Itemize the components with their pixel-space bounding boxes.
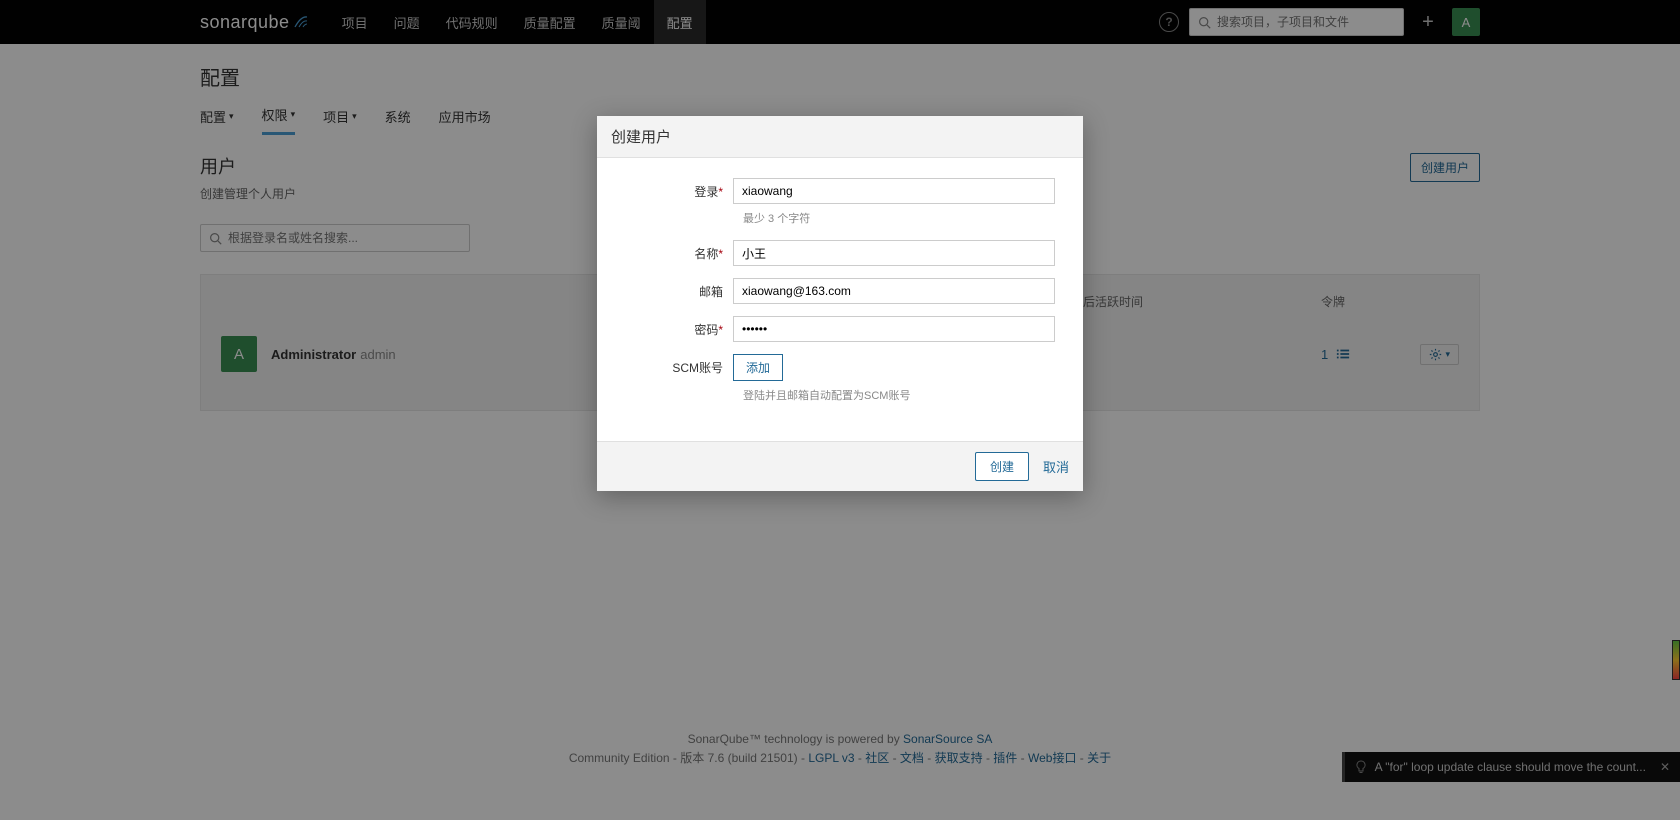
login-field[interactable] (733, 178, 1055, 204)
submit-button[interactable]: 创建 (975, 452, 1029, 481)
modal-footer: 创建 取消 (597, 441, 1083, 491)
modal-title: 创建用户 (597, 116, 1083, 158)
login-label: 登录* (625, 183, 733, 200)
name-label: 名称* (625, 245, 733, 262)
password-field[interactable] (733, 316, 1055, 342)
scm-label: SCM账号 (625, 359, 733, 376)
name-field[interactable] (733, 240, 1055, 266)
scm-hint: 登陆并且邮箱自动配置为SCM账号 (743, 387, 1055, 403)
email-field[interactable] (733, 278, 1055, 304)
password-label: 密码* (625, 321, 733, 338)
add-scm-button[interactable]: 添加 (733, 354, 783, 381)
create-user-modal: 创建用户 登录* 最少 3 个字符 名称* 邮箱 密码* SCM账号 添加 登陆… (597, 116, 1083, 491)
login-hint: 最少 3 个字符 (743, 210, 1055, 226)
modal-body: 登录* 最少 3 个字符 名称* 邮箱 密码* SCM账号 添加 登陆并且邮箱自… (597, 158, 1083, 441)
email-label: 邮箱 (625, 283, 733, 300)
cancel-button[interactable]: 取消 (1043, 457, 1069, 476)
